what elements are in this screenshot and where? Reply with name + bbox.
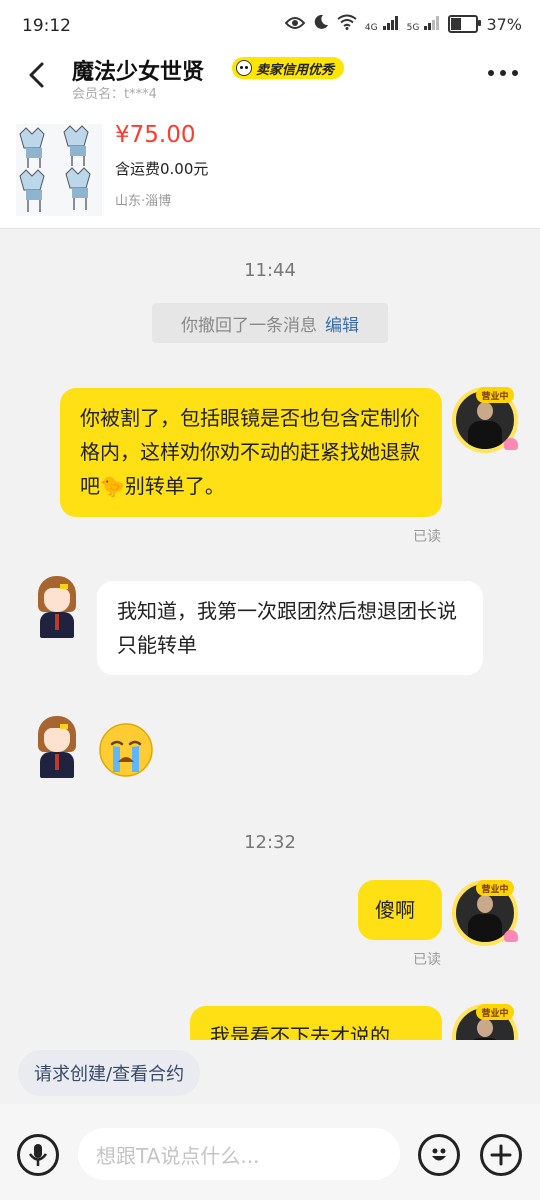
seller-credit-badge: 卖家信用优秀 — [232, 57, 345, 79]
avatar-status-tag: 营业中 — [476, 880, 514, 896]
mic-icon[interactable] — [17, 1134, 59, 1176]
product-card[interactable]: ¥75.00 含运费0.00元 山东·淄博 — [0, 108, 540, 229]
contract-button[interactable]: 请求创建/查看合约 — [18, 1050, 201, 1096]
chat-title[interactable]: 魔法少女世贤 — [72, 54, 204, 86]
plus-icon[interactable] — [480, 1134, 522, 1176]
read-receipt: 已读 — [413, 529, 441, 545]
contact-avatar[interactable] — [34, 716, 80, 778]
message-text: 傻啊 — [375, 898, 415, 922]
signal-icon-2: 5G — [407, 15, 441, 34]
status-time: 19:12 — [22, 16, 71, 36]
battery-icon — [448, 15, 482, 33]
contact-avatar[interactable] — [34, 576, 80, 638]
product-price: ¥75.00 — [115, 122, 196, 148]
eye-icon — [284, 15, 306, 34]
read-receipt: 已读 — [413, 952, 441, 968]
back-icon[interactable] — [22, 58, 52, 92]
status-bar: 19:12 4G 5G 37% — [0, 0, 540, 50]
wifi-icon — [337, 14, 357, 34]
seller-location: 山东·淄博 — [115, 194, 172, 209]
octopus-decoration-icon — [504, 930, 518, 942]
network-label-a: 4G — [364, 22, 378, 33]
network-label-b: 5G — [406, 22, 420, 33]
status-icons: 4G 5G 37% — [284, 14, 522, 34]
chick-emoji: 🐤 — [100, 474, 125, 498]
crying-face-sticker[interactable]: 😭 — [98, 722, 154, 778]
avatar-status-tag: 营业中 — [476, 1004, 514, 1020]
message-bubble-sent[interactable]: 傻啊 — [358, 880, 442, 940]
message-text: 我是看不下去才说的 — [210, 1024, 390, 1040]
recall-edit-link[interactable]: 编辑 — [325, 311, 359, 336]
recall-text: 你撤回了一条消息 — [181, 315, 317, 336]
recall-notice: 你撤回了一条消息 编辑 — [152, 303, 388, 343]
message-bubble-sent[interactable]: 我是看不下去才说的 — [190, 1006, 442, 1040]
signal-icon: 4G — [365, 15, 399, 34]
clipped-message-area: 我是看不下去才说的 营业中 — [0, 1000, 540, 1040]
input-bar: 想跟TA说点什么... — [0, 1104, 540, 1200]
message-text-tail: 别转单了。 — [124, 474, 225, 498]
chat-timestamp: 11:44 — [244, 260, 296, 281]
more-icon[interactable] — [488, 70, 518, 76]
octopus-decoration-icon — [504, 438, 518, 450]
shipping-fee: 含运费0.00元 — [115, 160, 209, 178]
moon-icon — [313, 14, 329, 34]
badge-face-icon — [236, 60, 252, 76]
chat-timestamp: 12:32 — [244, 832, 296, 853]
message-bubble-sent[interactable]: 你被割了，包括眼镜是否也包含定制价格内，这样劝你劝不动的赶紧找她退款吧🐤别转单了… — [60, 388, 442, 517]
message-input[interactable]: 想跟TA说点什么... — [78, 1128, 400, 1180]
avatar-status-tag: 营业中 — [476, 387, 514, 403]
emoji-icon[interactable] — [418, 1134, 460, 1176]
battery-percent: 37% — [486, 14, 522, 34]
chat-header: 魔法少女世贤 卖家信用优秀 会员名：t***4 — [0, 50, 540, 108]
product-thumbnail[interactable] — [16, 124, 102, 216]
message-bubble-received[interactable]: 我知道，我第一次跟团然后想退团长说只能转单 — [97, 581, 483, 675]
badge-label: 卖家信用优秀 — [256, 62, 335, 78]
message-text: 我知道，我第一次跟团然后想退团长说只能转单 — [117, 599, 457, 657]
member-name: 会员名：t***4 — [72, 87, 157, 102]
